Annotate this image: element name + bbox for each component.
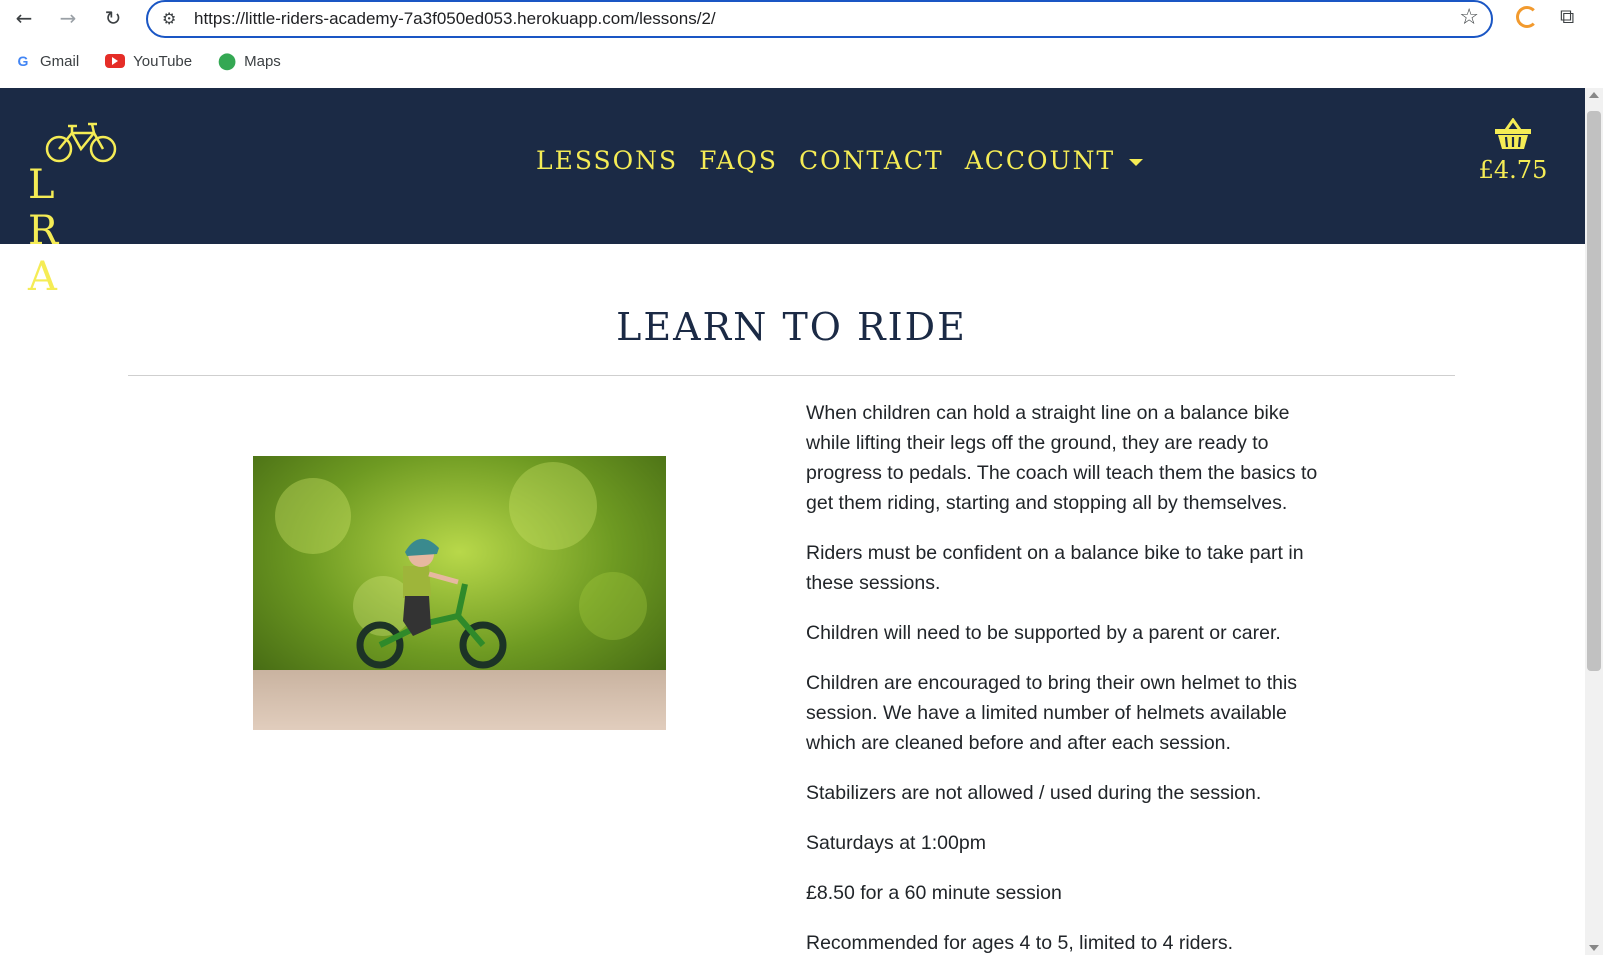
logo-text: L R A: [28, 162, 77, 300]
nav-faqs[interactable]: FAQS: [699, 146, 778, 175]
basket-icon: [1495, 117, 1531, 149]
site-header: L R A LESSONS FAQS CONTACT ACCOUNT £4.75: [0, 88, 1585, 300]
bookmark-label: Maps: [244, 52, 281, 70]
scroll-down-icon[interactable]: [1589, 945, 1599, 951]
scroll-up-icon[interactable]: [1589, 92, 1599, 98]
extensions-puzzle-icon[interactable]: ⧉: [1560, 4, 1584, 28]
bicycle-icon: [45, 122, 117, 163]
child-on-bike-photo: [253, 456, 666, 730]
basket-link[interactable]: £4.75: [1478, 117, 1548, 184]
chevron-down-icon: [1129, 159, 1144, 166]
lesson-paragraph: Riders must be confident on a balance bi…: [806, 542, 1304, 594]
lesson-paragraph: Children are encouraged to bring their o…: [806, 672, 1298, 754]
bookmarks-bar: G Gmail YouTube ⬤ Maps: [0, 46, 293, 76]
nav-lessons[interactable]: LESSONS: [536, 146, 678, 175]
page-scrollbar[interactable]: [1585, 88, 1603, 955]
nav-contact[interactable]: CONTACT: [799, 146, 944, 175]
nav-account-label: ACCOUNT: [964, 146, 1116, 175]
bookmark-label: Gmail: [40, 52, 80, 70]
lesson-ages: Recommended for ages 4 to 5, limited to …: [806, 932, 1234, 954]
back-arrow-icon[interactable]: ←: [10, 4, 38, 32]
google-icon: G: [17, 53, 29, 69]
lesson-description: When children can hold a straight line o…: [806, 398, 1336, 955]
basket-total: £4.75: [1478, 156, 1548, 184]
forward-arrow-icon[interactable]: →: [54, 4, 82, 32]
bookmark-label: YouTube: [133, 52, 193, 70]
url-text[interactable]: https://little-riders-academy-7a3f050ed0…: [194, 9, 716, 29]
reload-icon[interactable]: ↻: [99, 4, 127, 32]
bookmark-youtube[interactable]: YouTube: [105, 53, 192, 70]
extension-icon[interactable]: [1516, 6, 1538, 28]
page-title: LEARN TO RIDE: [616, 305, 967, 349]
lesson-paragraph: Stabilizers are not allowed / used durin…: [806, 782, 1262, 804]
maps-icon: ⬤: [218, 53, 237, 70]
address-bar[interactable]: ⚙ https://little-riders-academy-7a3f050e…: [146, 0, 1493, 38]
title-divider: [128, 375, 1455, 376]
bookmark-maps[interactable]: ⬤ Maps: [218, 52, 281, 71]
lesson-image: [253, 456, 666, 730]
bookmark-star-icon[interactable]: ☆: [1459, 5, 1479, 30]
site-settings-icon[interactable]: ⚙: [162, 9, 176, 28]
youtube-icon: [105, 54, 126, 68]
lesson-paragraph: When children can hold a straight line o…: [806, 402, 1318, 514]
lesson-schedule: Saturdays at 1:00pm: [806, 832, 986, 854]
nav-account[interactable]: ACCOUNT: [964, 146, 1144, 175]
bookmark-gmail[interactable]: G Gmail: [14, 52, 80, 70]
lesson-price: £8.50 for a 60 minute session: [806, 882, 1062, 904]
lesson-paragraph: Children will need to be supported by a …: [806, 622, 1281, 644]
browser-toolbar: ← → ↻ ⚙ https://little-riders-academy-7a…: [0, 0, 1603, 88]
site-logo[interactable]: L R A: [28, 120, 138, 300]
main-nav: LESSONS FAQS CONTACT ACCOUNT: [536, 146, 1164, 175]
scroll-thumb[interactable]: [1587, 111, 1601, 671]
